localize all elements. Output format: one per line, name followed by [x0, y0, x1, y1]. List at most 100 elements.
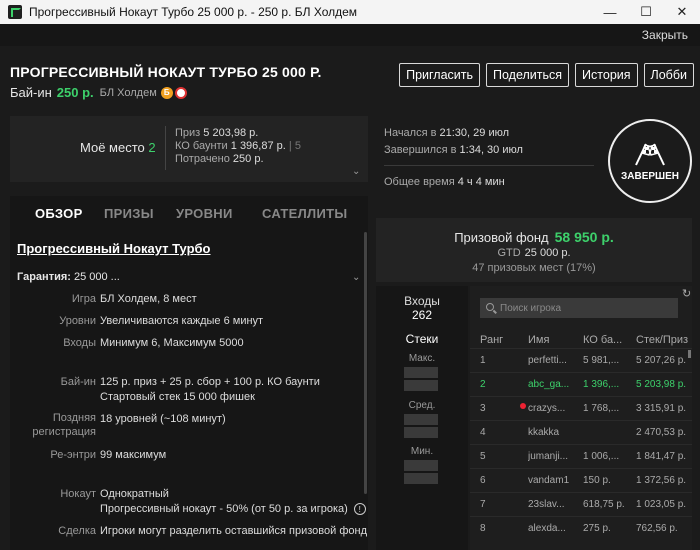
rank-cell: 7: [480, 499, 486, 510]
tab-satellites[interactable]: САТЕЛЛИТЫ: [262, 206, 347, 221]
my-place-label: Моё место 2: [80, 140, 156, 155]
close-link[interactable]: Закрыть: [642, 28, 688, 42]
stack-cell: 1 841,47 р.: [636, 451, 687, 462]
chevron-down-icon[interactable]: ⌄: [352, 272, 360, 283]
finished-value: 1:34, 30 июл: [459, 144, 523, 156]
knockout-value-1: Однократный: [100, 488, 169, 500]
table-row[interactable]: 2 abc_ga... 1 396,... 5 203,98 р.: [470, 372, 692, 396]
levels-value: Увеличиваются каждые 6 минут: [100, 315, 264, 327]
rank-cell: 6: [480, 475, 486, 486]
late-reg-label-2: регистрация: [32, 426, 96, 438]
rank-cell: 2: [480, 379, 486, 390]
overview-scrollbar[interactable]: [364, 232, 367, 494]
ko-cell: 1 396,...: [583, 379, 620, 390]
name-cell: perfetti...: [528, 355, 567, 366]
game-value: БЛ Холдем, 8 мест: [100, 293, 197, 305]
guarantee-line[interactable]: Гарантия: 25 000 ...: [17, 271, 120, 283]
stack-min-placeholder: [404, 473, 438, 484]
status-label: ЗАВЕРШЕН: [621, 170, 679, 182]
col-ko[interactable]: КО ба...: [583, 334, 622, 346]
spent-value: 250 р.: [232, 153, 264, 165]
history-button[interactable]: История: [575, 63, 638, 87]
search-input[interactable]: [480, 298, 678, 318]
lobby-button[interactable]: Лобби: [643, 63, 694, 87]
tab-prizes[interactable]: ПРИЗЫ: [104, 206, 154, 221]
maximize-icon[interactable]: ☐: [628, 0, 664, 24]
tournament-header: ПРОГРЕССИВНЫЙ НОКАУТ ТУРБО 25 000 Р. Бай…: [0, 46, 700, 112]
name-cell: vandam1: [528, 475, 570, 486]
my-place-text: Моё место: [80, 140, 145, 155]
overview-title: Прогрессивный Нокаут Турбо: [17, 241, 211, 256]
ko-value: 1 396,87 р.: [230, 140, 286, 152]
total-value: 4 ч 4 мин: [457, 176, 505, 188]
gtd-value: 25 000 р.: [524, 247, 571, 259]
tab-levels[interactable]: УРОВНИ: [176, 206, 233, 221]
prize-value: 5 203,98 р.: [203, 127, 259, 139]
deal-value: Игроки могут разделить оставшийся призов…: [100, 525, 368, 537]
col-rank[interactable]: Ранг: [480, 334, 503, 346]
stack-max-label: Макс.: [408, 353, 436, 364]
tab-overview[interactable]: ОБЗОР: [35, 206, 83, 221]
top-bar: Закрыть: [0, 24, 700, 46]
late-reg-value: 18 уровней (~108 минут): [100, 413, 226, 425]
ko-separator: |: [288, 140, 292, 152]
name-cell: kkakka: [528, 427, 560, 438]
deal-label: Сделка: [58, 525, 96, 537]
rank-cell: 4: [480, 427, 486, 438]
late-reg-label-1: Поздняя: [52, 412, 96, 424]
finished-line: Завершился в 1:34, 30 июл: [384, 144, 523, 156]
ko-cell: 1 006,...: [583, 451, 620, 462]
status-badge: ЗАВЕРШЕН: [608, 119, 692, 203]
entries-value: Минимум 6, Максимум 5000: [100, 337, 244, 349]
stack-cell: 5 207,26 р.: [636, 355, 687, 366]
table-row[interactable]: 3 crazys... 1 768,... 3 315,91 р.: [470, 396, 692, 420]
prize-places: 47 призовых мест (17%): [472, 262, 596, 274]
stack-avg-placeholder: [404, 414, 438, 425]
spent-label: Потрачено: [175, 153, 230, 165]
gtd-label: GTD: [497, 247, 521, 259]
tab-bar: ОБЗОР ПРИЗЫ УРОВНИ САТЕЛЛИТЫ: [10, 196, 368, 230]
tournament-title: ПРОГРЕССИВНЫЙ НОКАУТ ТУРБО 25 000 Р.: [10, 64, 322, 80]
ko-cell: 150 р.: [583, 475, 611, 486]
stack-cell: 3 315,91 р.: [636, 403, 687, 414]
stacks-label: Стеки: [405, 332, 439, 346]
entries-label: Входы: [63, 337, 96, 349]
ko-count: 5: [294, 140, 301, 152]
stack-cell: 762,56 р.: [636, 523, 678, 534]
buyin-row-label: Бай-ин: [60, 376, 96, 388]
ko-label: КО баунти: [175, 140, 228, 152]
share-button[interactable]: Поделиться: [486, 63, 570, 87]
players-table: ↻ Ранг Имя КО ба... Стек/Приз 1 perfetti…: [470, 286, 692, 550]
refresh-icon[interactable]: ↻: [682, 287, 691, 300]
table-row[interactable]: 1 perfetti... 5 981,... 5 207,26 р.: [470, 348, 692, 372]
divider: [165, 126, 166, 170]
levels-label: Уровни: [59, 315, 96, 327]
stats-panel: Входы 262 Стеки Макс. Сред. Мин.: [376, 286, 468, 550]
my-stats: Приз 5 203,98 р. КО баунти 1 396,87 р. |…: [175, 127, 301, 166]
buyin-row-value-1: 125 р. приз + 25 р. сбор + 100 р. КО бау…: [100, 376, 320, 388]
entries-stat-value: 262: [411, 308, 433, 322]
knockout-value-2: Прогрессивный нокаут - 50% (от 50 р. за …: [100, 502, 366, 517]
chevron-down-icon[interactable]: ⌄: [352, 166, 360, 177]
info-icon[interactable]: !: [353, 503, 366, 516]
reentry-value: 99 максимум: [100, 449, 167, 461]
table-row[interactable]: 7 23slav... 618,75 р. 1 023,05 р.: [470, 492, 692, 516]
invite-button[interactable]: Пригласить: [399, 63, 481, 87]
table-row[interactable]: 5 jumanji... 1 006,... 1 841,47 р.: [470, 444, 692, 468]
minimize-icon[interactable]: —: [592, 0, 628, 24]
close-icon[interactable]: ✕: [664, 0, 700, 24]
prize-pool-label: Призовой фонд: [454, 230, 549, 245]
col-name[interactable]: Имя: [528, 334, 549, 346]
ko-cell: 275 р.: [583, 523, 611, 534]
my-place-panel: Моё место 2 Приз 5 203,98 р. КО баунти 1…: [10, 116, 368, 182]
prize-pool-panel: Призовой фонд 58 950 р. GTD 25 000 р. 47 п…: [376, 218, 692, 282]
stack-max-placeholder: [404, 380, 438, 391]
stack-max-placeholder: [404, 367, 438, 378]
stack-cell: 2 470,53 р.: [636, 427, 687, 438]
table-row[interactable]: 4 kkakka 2 470,53 р.: [470, 420, 692, 444]
table-row[interactable]: 6 vandam1 150 р. 1 372,56 р.: [470, 468, 692, 492]
col-stack[interactable]: Стек/Приз: [636, 334, 688, 346]
knockout-value-2-text: Прогрессивный нокаут - 50% (от 50 р. за …: [100, 503, 348, 515]
finished-label: Завершился в: [384, 144, 457, 156]
table-row[interactable]: 8 alexda... 275 р. 762,56 р.: [470, 516, 692, 540]
